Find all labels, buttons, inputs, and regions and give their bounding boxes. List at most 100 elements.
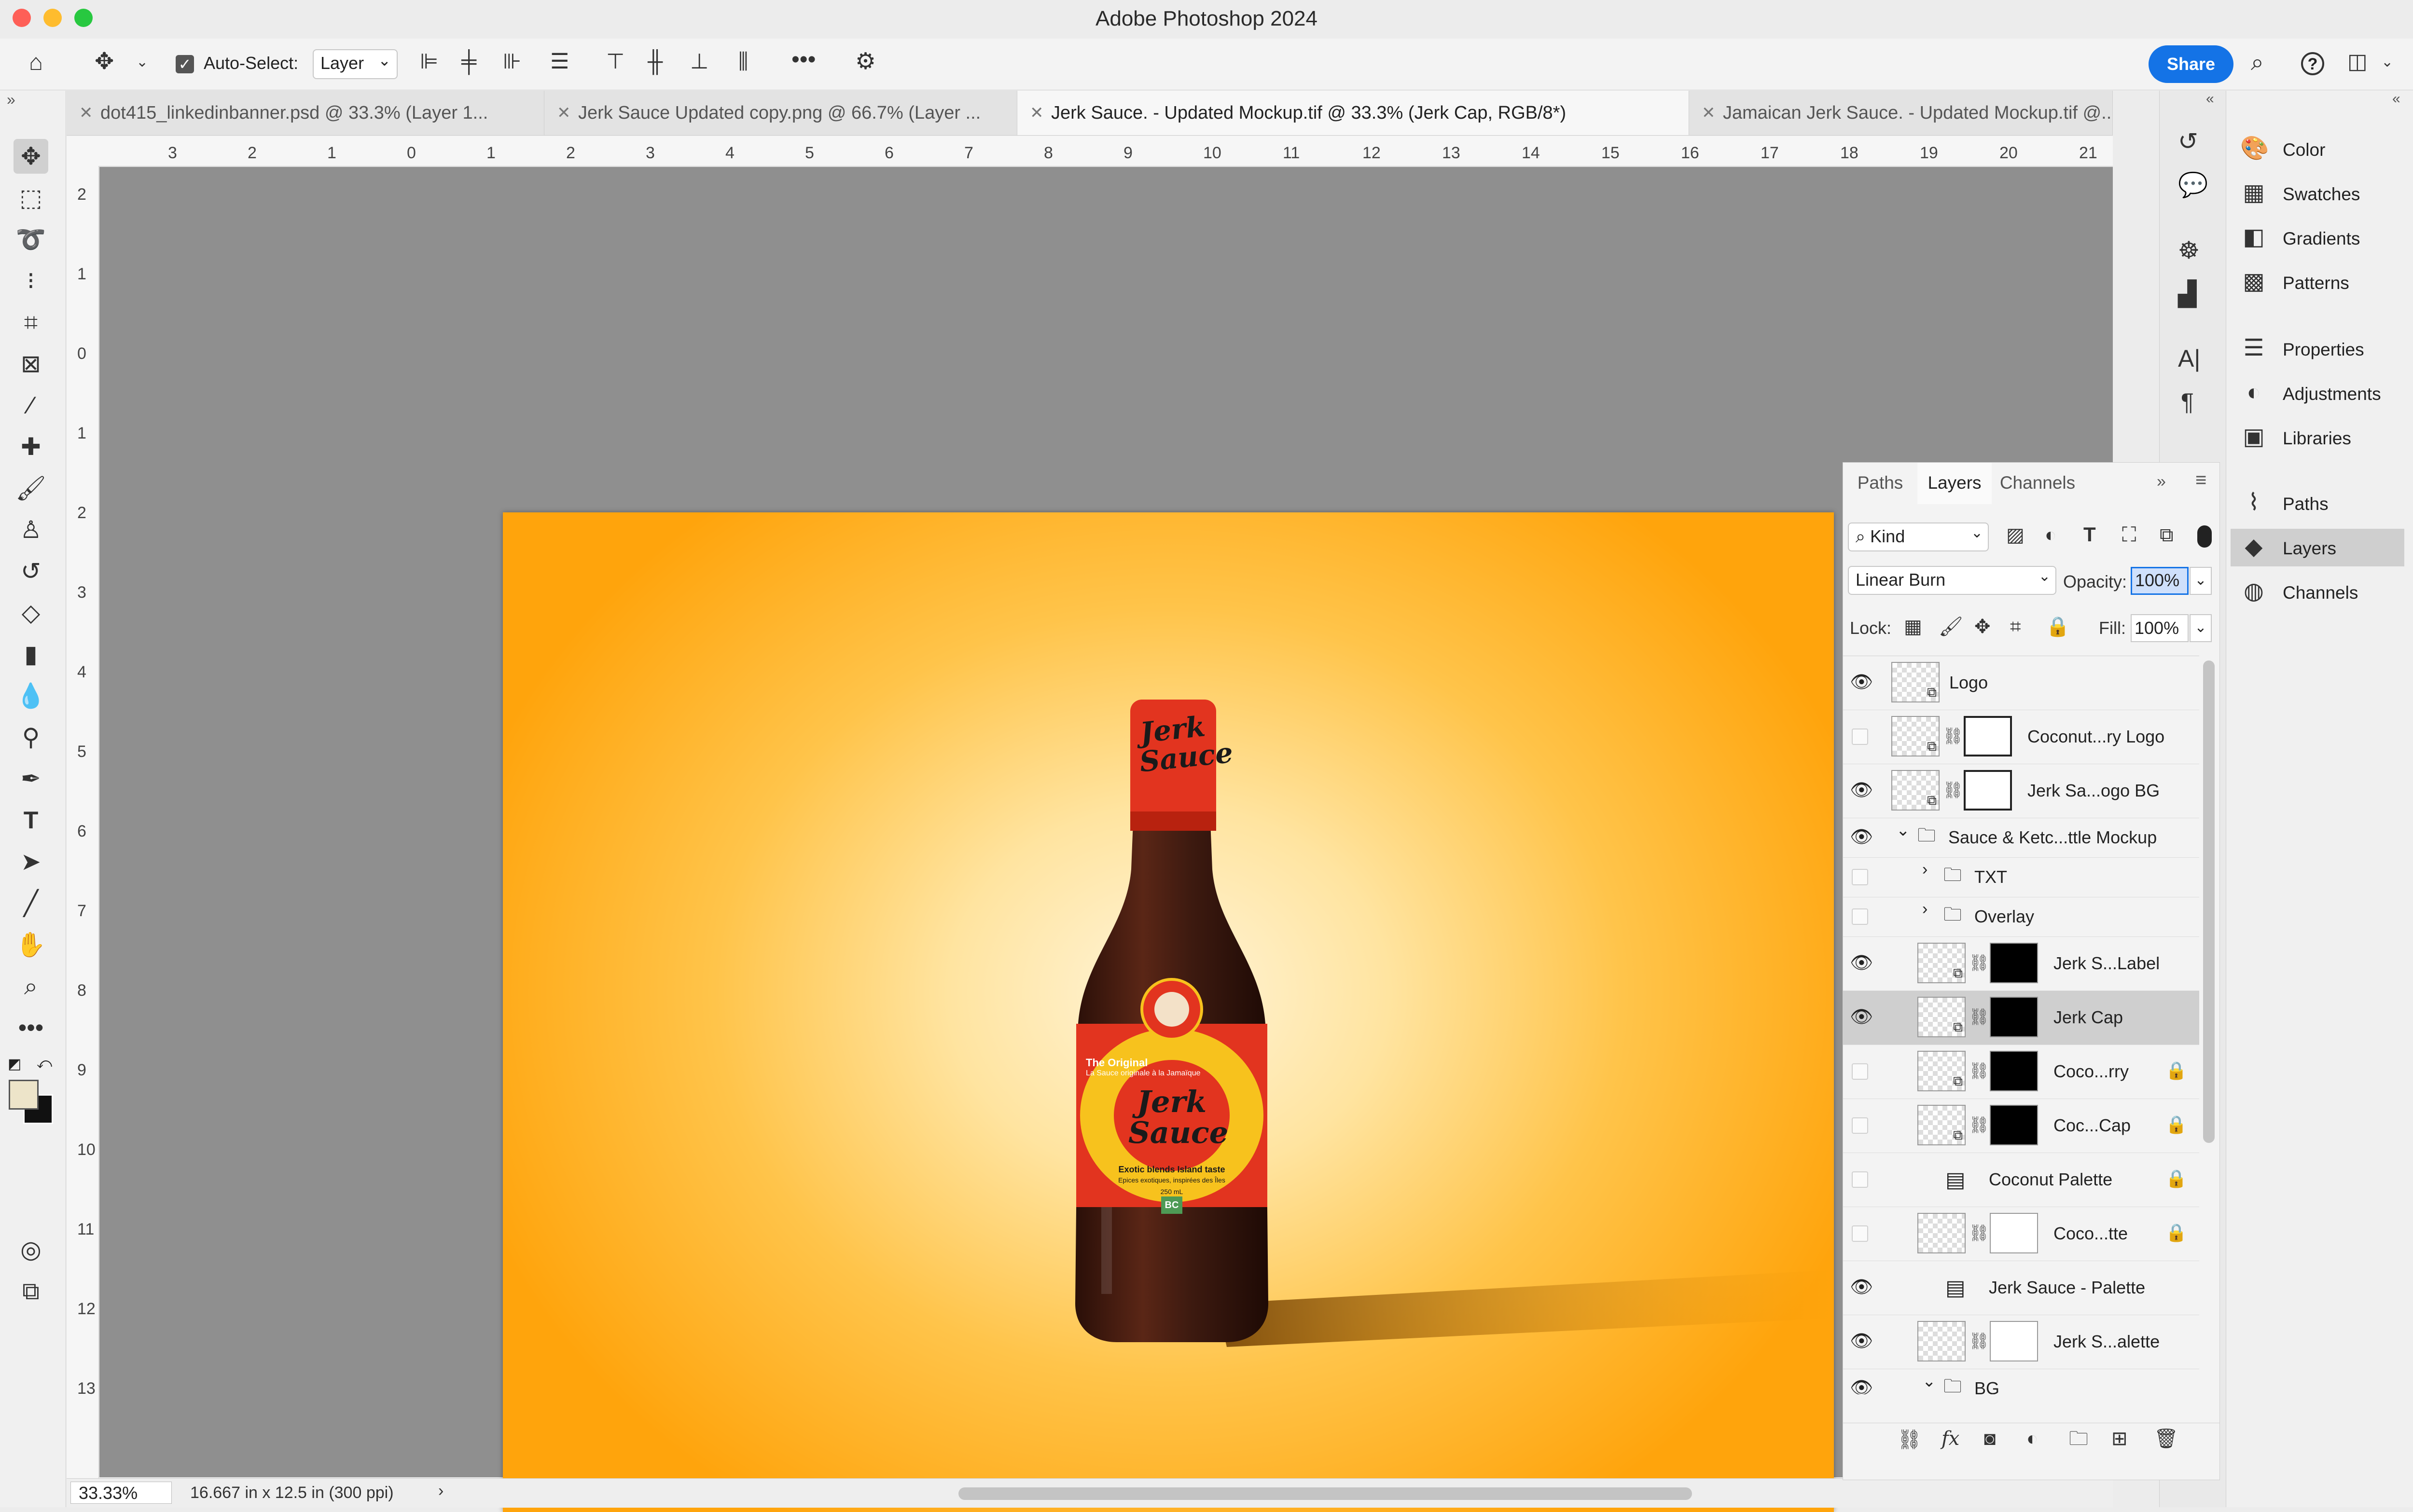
layer-style-icon[interactable]: fx [1941, 1429, 1959, 1448]
document-canvas[interactable]: Jerk Sauce The Original La Sauce origina… [503, 512, 1834, 1512]
collapse-toolbar-icon[interactable]: » [7, 91, 15, 109]
lock-artboard-icon[interactable]: ⌗ [2010, 617, 2021, 636]
layer-row[interactable]: ⧉ ⛓ Coco...rry 🔒 [1843, 1045, 2199, 1099]
layer-row[interactable]: › 🗀 Overlay [1843, 897, 2199, 937]
home-icon[interactable]: ⌂ [29, 51, 43, 74]
new-layer-icon[interactable]: ⊞ [2111, 1429, 2128, 1448]
layer-thumbnail[interactable] [1917, 1321, 1966, 1361]
panel-adjustments[interactable]: ◐ Adjustments [2231, 374, 2404, 412]
default-colors-icon[interactable]: ◩ [8, 1056, 21, 1072]
clone-stamp-tool-icon[interactable]: ♙ [14, 512, 48, 547]
layer-mask-thumbnail[interactable] [1990, 997, 2038, 1037]
path-selection-tool-icon[interactable]: ➤ [14, 844, 48, 879]
layer-thumbnail[interactable]: ⧉ [1891, 716, 1940, 756]
chevron-down-icon[interactable]: ⌄ [2381, 55, 2393, 69]
layer-row[interactable]: 👁 ⧉ ⛓ Jerk Cap [1843, 991, 2199, 1045]
lasso-tool-icon[interactable]: ➰ [14, 222, 48, 257]
new-adjustment-layer-icon[interactable]: ◐ [2026, 1429, 2038, 1448]
layer-row[interactable]: 👁 ⧉ ⛓ Jerk S...Label [1843, 937, 2199, 991]
layer-mask-thumbnail[interactable] [1990, 943, 2038, 983]
visibility-eye-icon[interactable]: 👁 [1850, 1332, 1873, 1351]
opacity-input[interactable]: 100% [2131, 567, 2189, 595]
add-mask-icon[interactable]: ◙ [1984, 1429, 1996, 1448]
mask-link-icon[interactable]: ⛓ [1969, 953, 1989, 973]
layer-mask-thumbnail[interactable] [1990, 1105, 2038, 1145]
visibility-eye-icon[interactable]: 👁 [1850, 1378, 1873, 1394]
collapse-panels-icon[interactable]: « [2206, 91, 2214, 107]
panel-libraries[interactable]: ▣ Libraries [2231, 419, 2404, 456]
close-icon[interactable]: ✕ [557, 91, 571, 135]
comments-icon[interactable]: 💬 [2178, 173, 2208, 197]
crop-tool-icon[interactable]: ⌗ [14, 305, 48, 340]
panel-paths[interactable]: ⌇ Paths [2231, 484, 2404, 522]
tab-dot415-linkedinbanner[interactable]: ✕ dot415_linkedinbanner.psd @ 33.3% (Laye… [67, 91, 544, 135]
frame-tool-icon[interactable]: ⊠ [14, 346, 48, 381]
eraser-tool-icon[interactable]: ◇ [14, 595, 48, 630]
distribute-vertical-icon[interactable]: ☰ [550, 51, 569, 72]
chevron-right-icon[interactable]: › [1922, 860, 1928, 879]
navigator-icon[interactable]: ☸ [2178, 238, 2200, 262]
chevron-down-icon[interactable]: ⌄ [1922, 1372, 1936, 1391]
panel-color[interactable]: 🎨 Color [2231, 130, 2404, 168]
panel-swatches[interactable]: ▦ Swatches [2231, 175, 2404, 212]
layer-row[interactable]: 👁 ⧉ ⛓ Jerk Sa...ogo BG [1843, 764, 2199, 818]
lock-all-icon[interactable]: 🔒 [2046, 617, 2070, 636]
close-icon[interactable]: ✕ [79, 91, 93, 135]
foreground-color-swatch[interactable] [9, 1080, 39, 1110]
layer-row[interactable]: 👁 ⌄ 🗀 BG [1843, 1369, 2199, 1394]
visibility-eye-icon[interactable]: 👁 [1850, 827, 1873, 847]
move-tool-icon[interactable]: ✥ [14, 139, 48, 174]
tab-channels[interactable]: Channels [1992, 463, 2083, 503]
edit-toolbar-icon[interactable]: ••• [14, 1010, 48, 1045]
layer-thumbnail[interactable]: ⧉ [1917, 997, 1966, 1037]
visibility-toggle[interactable] [1852, 869, 1868, 885]
chevron-down-icon[interactable]: ⌄ [2190, 567, 2212, 595]
visibility-toggle[interactable] [1852, 1063, 1868, 1080]
history-icon[interactable]: ↺ [2178, 129, 2198, 153]
layer-row[interactable]: 👁 ⛓ Jerk S...alette [1843, 1315, 2199, 1369]
visibility-toggle[interactable] [1852, 729, 1868, 745]
visibility-eye-icon[interactable]: 👁 [1850, 1007, 1873, 1027]
layer-mask-thumbnail[interactable] [1990, 1051, 2038, 1091]
screen-mode-icon[interactable]: ⧉ [14, 1274, 48, 1308]
visibility-eye-icon[interactable]: 👁 [1850, 673, 1873, 692]
layer-thumbnail[interactable]: ⧉ [1917, 1051, 1966, 1091]
mask-link-icon[interactable]: ⛓ [1969, 1115, 1989, 1135]
layer-row[interactable]: 👁 ▤ Jerk Sauce - Palette [1843, 1261, 2199, 1315]
horizontal-scrollbar[interactable] [958, 1487, 1692, 1500]
panel-layers[interactable]: ◆ Layers [2231, 529, 2404, 566]
panel-patterns[interactable]: ▩ Patterns [2231, 263, 2404, 301]
filter-shape-icon[interactable]: ⛶ [2122, 524, 2136, 545]
mask-link-icon[interactable]: ⛓ [1969, 1332, 1989, 1351]
filter-type-icon[interactable]: T [2083, 524, 2096, 545]
layer-thumbnail[interactable]: ⧉ [1891, 770, 1940, 811]
filter-toggle[interactable] [2197, 525, 2212, 548]
search-icon[interactable]: ⌕ [2251, 51, 2264, 74]
visibility-toggle[interactable] [1852, 1117, 1868, 1134]
visibility-toggle[interactable] [1852, 908, 1868, 925]
workspace-icon[interactable]: ◫ [2347, 51, 2368, 72]
marquee-tool-icon[interactable]: ⬚ [14, 180, 48, 215]
layer-thumbnail[interactable]: ⧉ [1891, 662, 1940, 702]
layer-row[interactable]: ⧉ ⛓ Coc...Cap 🔒 [1843, 1099, 2199, 1153]
line-tool-icon[interactable]: ╱ [14, 886, 48, 921]
tab-paths[interactable]: Paths [1843, 463, 1917, 503]
lock-image-pixels-icon[interactable]: 🖌 [1939, 617, 1963, 636]
chevron-down-icon[interactable]: ⌄ [1896, 821, 1910, 840]
chevron-down-icon[interactable]: ⌄ [2190, 614, 2212, 642]
mask-link-icon[interactable]: ⛓ [1969, 1223, 1989, 1243]
more-options-icon[interactable]: ••• [791, 48, 816, 71]
close-icon[interactable]: ✕ [1702, 91, 1716, 135]
mask-link-icon[interactable]: ⛓ [1969, 1007, 1989, 1027]
collapse-panels-icon[interactable]: « [2392, 91, 2400, 107]
blur-tool-icon[interactable]: 💧 [14, 678, 48, 713]
panel-menu-icon[interactable]: ≡ [2195, 469, 2206, 491]
expand-panel-icon[interactable]: » [2157, 472, 2166, 491]
hand-tool-icon[interactable]: ✋ [14, 927, 48, 962]
filter-smart-object-icon[interactable]: ⧉ [2160, 525, 2174, 545]
histogram-icon[interactable]: ▟ [2178, 282, 2196, 306]
align-center-horizontal-icon[interactable]: ╪ [461, 51, 476, 72]
layer-mask-thumbnail[interactable] [1990, 1321, 2038, 1361]
canvas-area[interactable]: Jerk Sauce The Original La Sauce origina… [99, 167, 2113, 1512]
mask-link-icon[interactable]: ⛓ [1969, 1061, 1989, 1081]
